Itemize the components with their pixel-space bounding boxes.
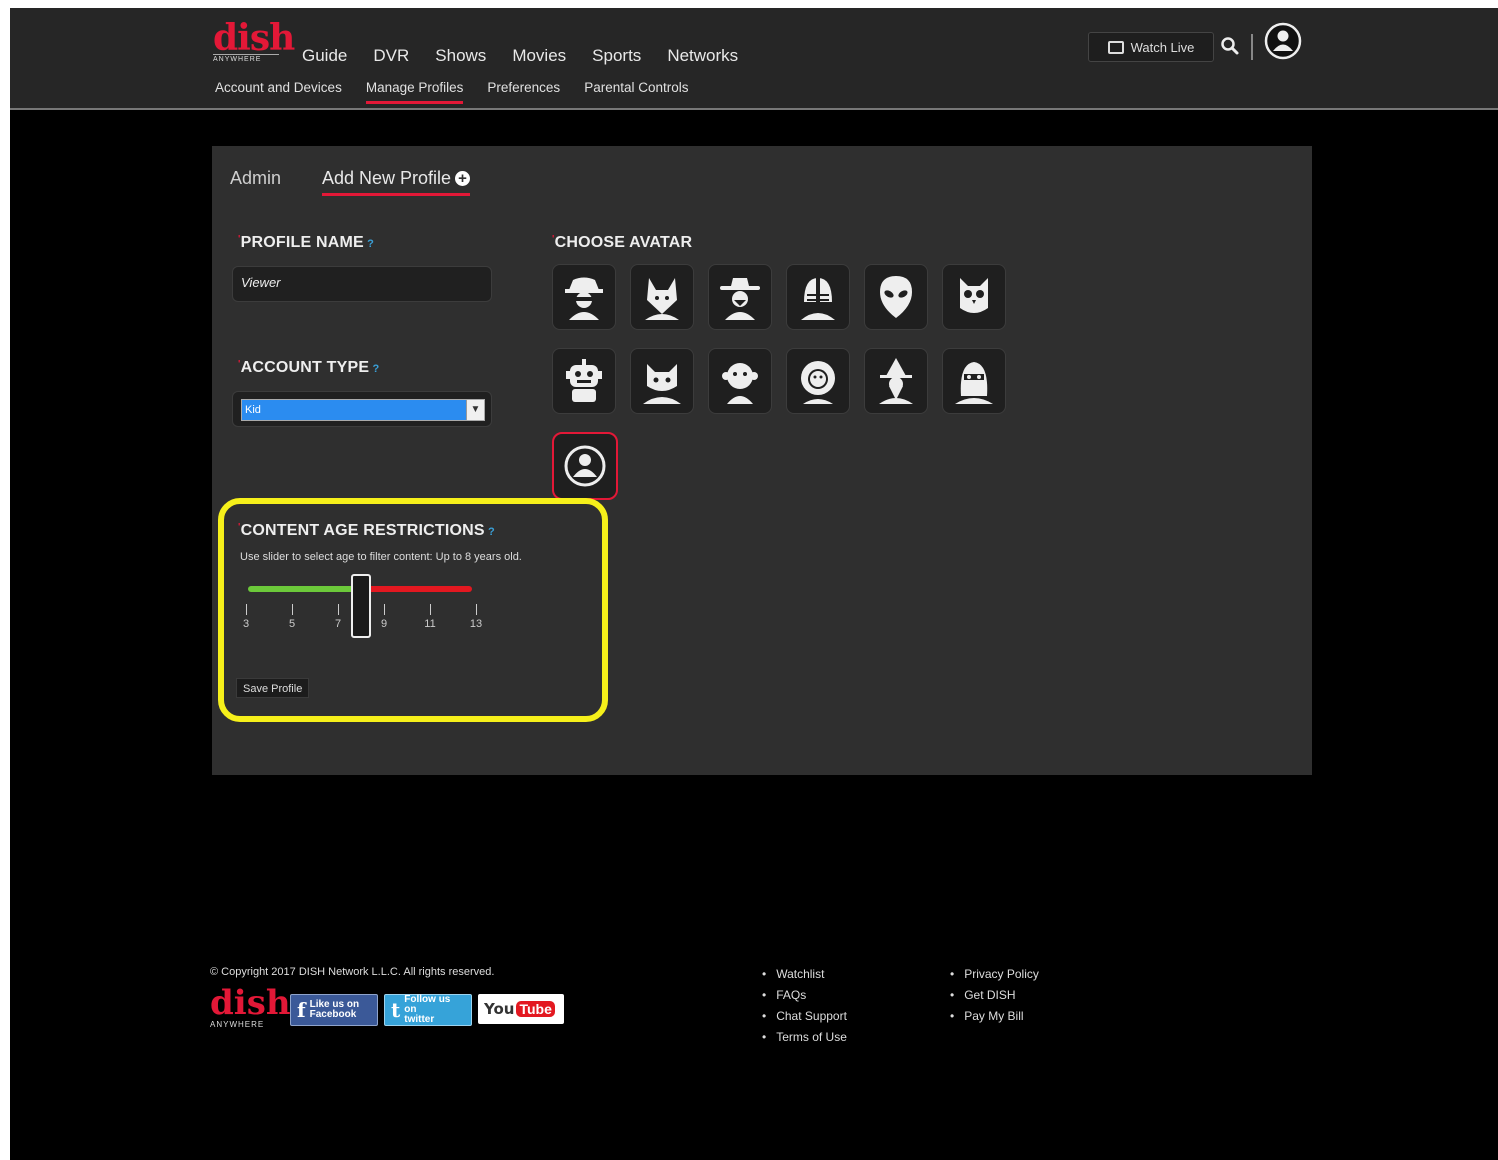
nav-movies[interactable]: Movies — [512, 46, 566, 66]
avatar-spy[interactable] — [552, 264, 616, 330]
tv-icon — [1107, 40, 1124, 54]
header-divider — [1251, 34, 1253, 60]
footer-link-get-dish[interactable]: Get DISH — [950, 985, 1039, 1006]
nav-sports[interactable]: Sports — [592, 46, 641, 66]
tick-3: 3 — [236, 604, 256, 630]
age-slider-thumb[interactable] — [351, 574, 371, 638]
dish-logo[interactable]: dish ANYWHERE — [213, 17, 295, 63]
account-type-field-wrap: Kid ▼ — [232, 391, 492, 427]
facebook-label: Like us on Facebook — [309, 999, 360, 1020]
tick-7: 7 — [328, 604, 348, 630]
profile-name-label: 'PROFILE NAME ? — [238, 234, 375, 251]
content-age-restrictions-label: 'CONTENT AGE RESTRICTIONS ? — [238, 522, 495, 539]
avatar-default-user[interactable] — [552, 432, 618, 500]
avatar-superhero[interactable] — [942, 348, 1006, 414]
avatar-owl[interactable] — [942, 264, 1006, 330]
main-nav: Guide DVR Shows Movies Sports Networks — [302, 46, 764, 66]
footer-link-chat-support[interactable]: Chat Support — [762, 1006, 847, 1027]
restrictions-description: Use slider to select age to filter conte… — [240, 551, 522, 563]
wolf-icon — [645, 278, 679, 320]
football-helmet-icon — [801, 278, 835, 320]
plus-circle-icon: + — [455, 171, 471, 186]
app-screen: dish ANYWHERE Guide DVR Shows Movies Spo… — [10, 8, 1498, 1160]
subnav-parental-controls[interactable]: Parental Controls — [584, 80, 688, 104]
nav-guide[interactable]: Guide — [302, 46, 347, 66]
footer-links-col1: Watchlist FAQs Chat Support Terms of Use — [762, 964, 847, 1048]
tab-admin[interactable]: Admin — [230, 168, 281, 189]
owl-icon — [960, 278, 988, 313]
spy-icon — [565, 277, 603, 320]
avatar-wizard[interactable] — [864, 348, 928, 414]
watch-live-button[interactable]: Watch Live — [1088, 32, 1214, 62]
wizard-icon — [879, 358, 913, 404]
lion-icon — [801, 361, 835, 404]
tab-add-new-profile-label: Add New Profile — [322, 168, 452, 188]
watch-live-label: Watch Live — [1130, 39, 1195, 55]
chevron-down-icon: ▼ — [466, 400, 484, 420]
footer-links-col2: Privacy Policy Get DISH Pay My Bill — [950, 964, 1039, 1027]
footer-link-faqs[interactable]: FAQs — [762, 985, 847, 1006]
youtube-you-text: You — [484, 1000, 515, 1018]
superhero-icon — [955, 362, 993, 404]
avatar-cat[interactable] — [630, 348, 694, 414]
sub-nav: Account and Devices Manage Profiles Pref… — [215, 80, 713, 104]
user-account-icon[interactable] — [1264, 22, 1302, 60]
profile-panel: Admin Add New Profile + 'PROFILE NAME ? … — [212, 146, 1312, 775]
logo-text: dish — [213, 17, 295, 59]
twitter-label: Follow us on twitter — [404, 994, 451, 1025]
avatar-monkey[interactable] — [708, 348, 772, 414]
avatar-cowboy[interactable] — [708, 264, 772, 330]
footer-dish-logo[interactable]: dish ANYWHERE — [210, 986, 291, 1029]
nav-dvr[interactable]: DVR — [373, 46, 409, 66]
copyright-text: © Copyright 2017 DISH Network L.L.C. All… — [210, 966, 495, 978]
footer-logo-text: dish — [210, 983, 291, 1023]
tick-13: 13 — [466, 604, 486, 630]
top-header: dish ANYWHERE Guide DVR Shows Movies Spo… — [10, 8, 1498, 110]
tick-9: 9 — [374, 604, 394, 630]
avatar-football-player[interactable] — [786, 264, 850, 330]
robot-icon — [566, 359, 602, 402]
save-profile-button[interactable]: Save Profile — [236, 678, 310, 698]
twitter-icon: t — [391, 998, 401, 1022]
tick-11: 11 — [420, 604, 440, 630]
avatar-lion[interactable] — [786, 348, 850, 414]
avatar-wolf[interactable] — [630, 264, 694, 330]
facebook-icon: f — [297, 998, 306, 1022]
cat-icon — [643, 364, 681, 404]
facebook-button[interactable]: f Like us on Facebook — [290, 994, 378, 1026]
cowboy-icon — [720, 278, 760, 320]
account-type-select[interactable]: Kid ▼ — [241, 399, 485, 421]
footer-link-watchlist[interactable]: Watchlist — [762, 964, 847, 985]
subnav-account-devices[interactable]: Account and Devices — [215, 80, 342, 104]
age-slider-restricted-track[interactable] — [360, 586, 472, 592]
choose-avatar-label: 'CHOOSE AVATAR — [552, 234, 693, 251]
age-slider-allowed-track[interactable] — [248, 586, 360, 592]
profile-name-input[interactable] — [233, 267, 489, 298]
footer-link-privacy[interactable]: Privacy Policy — [950, 964, 1039, 985]
account-type-value: Kid — [245, 404, 261, 416]
account-type-label: 'ACCOUNT TYPE ? — [238, 359, 380, 376]
nav-shows[interactable]: Shows — [435, 46, 486, 66]
footer-link-pay-bill[interactable]: Pay My Bill — [950, 1006, 1039, 1027]
subnav-manage-profiles[interactable]: Manage Profiles — [365, 80, 464, 104]
footer-link-terms[interactable]: Terms of Use — [762, 1027, 847, 1048]
twitter-button[interactable]: t Follow us on twitter — [384, 994, 472, 1026]
profile-name-field-wrap — [232, 266, 492, 302]
nav-networks[interactable]: Networks — [667, 46, 738, 66]
youtube-tube-text: Tube — [516, 1001, 555, 1017]
search-icon[interactable] — [1220, 36, 1240, 56]
tab-add-new-profile[interactable]: Add New Profile + — [322, 168, 471, 196]
subnav-preferences[interactable]: Preferences — [487, 80, 560, 104]
monkey-icon — [722, 363, 758, 404]
user-icon — [564, 445, 606, 487]
avatar-alien[interactable] — [864, 264, 928, 330]
youtube-button[interactable]: You Tube — [478, 994, 564, 1024]
tick-5: 5 — [282, 604, 302, 630]
avatar-robot[interactable] — [552, 348, 616, 414]
alien-icon — [880, 276, 912, 318]
